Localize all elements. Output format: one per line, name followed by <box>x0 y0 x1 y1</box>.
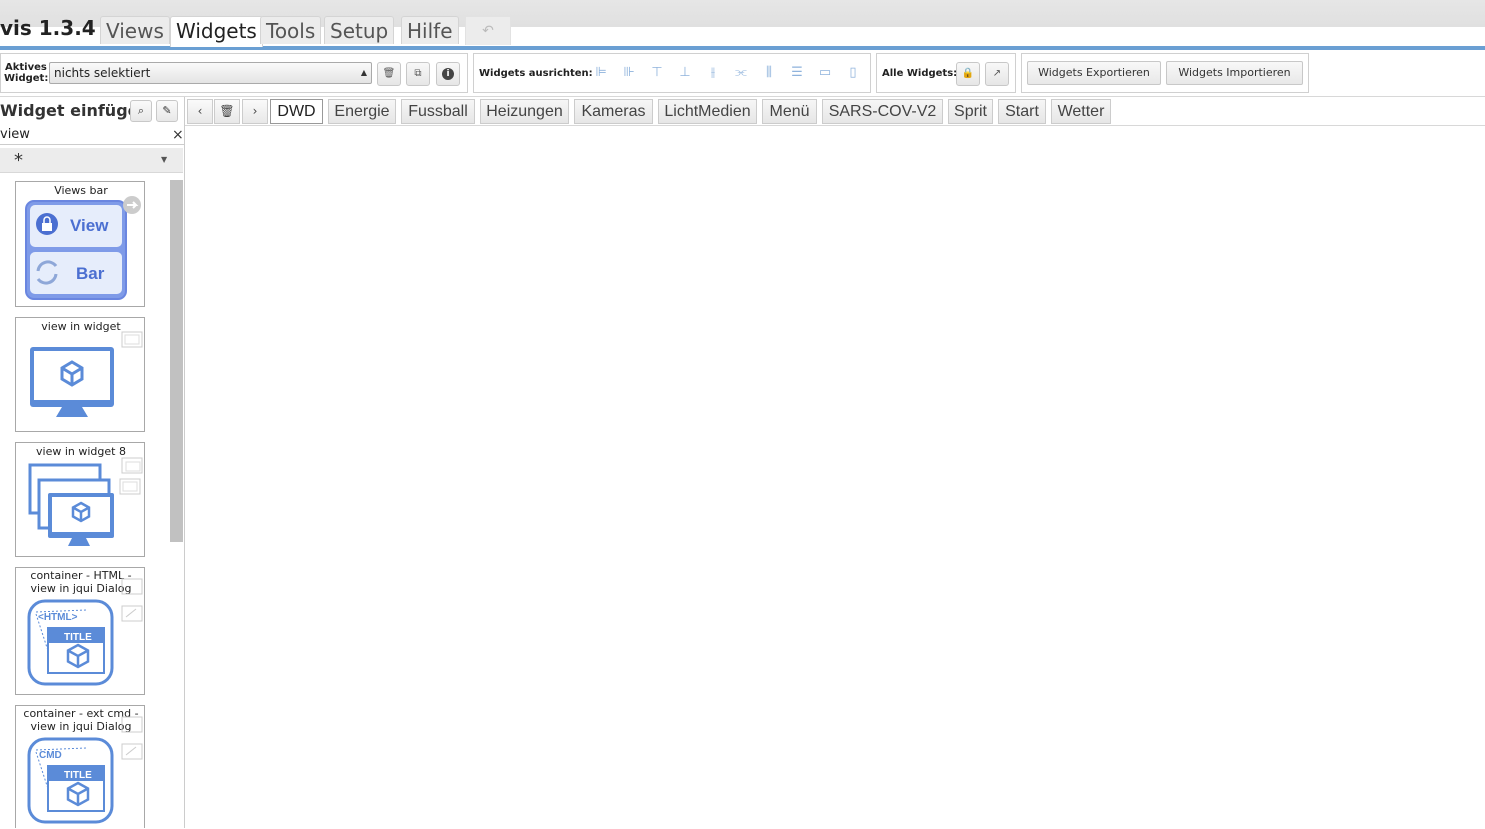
views-bar-view-text: View <box>70 216 109 235</box>
search-widget-button[interactable]: ⌕ <box>130 100 152 122</box>
align-center-vertical-icon[interactable]: ⫘ <box>733 65 749 81</box>
search-icon: ⌕ <box>137 104 145 117</box>
html-tag-text: <HTML> <box>38 612 78 623</box>
chevron-right-icon: › <box>252 104 258 118</box>
cmd-dialog-icon: CMD TITLE <box>27 716 143 824</box>
monitor-icon <box>30 331 143 417</box>
tab-setup[interactable]: Setup <box>324 16 395 44</box>
view-canvas[interactable] <box>186 127 1485 828</box>
tab-tools[interactable]: Tools <box>260 16 322 44</box>
align-widgets-label: Widgets ausrichten: <box>479 68 593 79</box>
widget-card-view-in-widget-8[interactable]: view in widget 8 <box>15 442 145 557</box>
view-tab-menu[interactable]: Menü <box>762 99 817 124</box>
distribute-horizontal-icon[interactable]: ⫼ <box>761 65 777 81</box>
widget-list-scrollbar[interactable] <box>170 180 183 542</box>
widget-card-views-bar[interactable]: Views bar View Bar <box>15 181 145 307</box>
copy-icon: ⧉ <box>414 68 422 79</box>
delete-widget-button[interactable]: 🗑 <box>377 62 401 86</box>
distribute-vertical-icon[interactable]: ☰ <box>789 65 805 81</box>
lock-all-button[interactable]: 🔒 <box>956 62 980 86</box>
external-link-icon: ↗ <box>992 68 1002 79</box>
dialog-title-text: TITLE <box>64 770 92 781</box>
widget-card-view-in-widget[interactable]: view in widget <box>15 317 145 432</box>
lock-icon: 🔒 <box>961 68 975 79</box>
dialog-title-text: TITLE <box>64 632 92 643</box>
views-next-button[interactable]: › <box>242 99 268 124</box>
views-delete-button[interactable]: 🗑 <box>214 99 240 124</box>
views-prev-button[interactable]: ‹ <box>187 99 213 124</box>
same-width-icon[interactable]: ▭ <box>817 65 833 81</box>
align-top-icon[interactable]: ⊤ <box>649 65 665 81</box>
panel-divider <box>184 97 185 828</box>
view-tab-kameras[interactable]: Kameras <box>574 99 653 124</box>
widget-info-button[interactable]: i <box>436 62 460 86</box>
select-arrows-icon: ▲ <box>360 68 367 77</box>
active-widget-value: nichts selektiert <box>54 66 151 80</box>
view-tab-fussball[interactable]: Fussball <box>401 99 475 124</box>
view-tab-wetter[interactable]: Wetter <box>1051 99 1111 124</box>
toolbar-divider <box>0 96 1485 97</box>
trash-icon: 🗑 <box>382 68 396 79</box>
widget-card-container-ext-cmd[interactable]: container - ext cmd - view in jqui Dialo… <box>15 705 145 828</box>
widget-set-value: * <box>14 150 23 171</box>
trash-icon: 🗑 <box>219 104 235 118</box>
import-widgets-button[interactable]: Widgets Importieren <box>1166 61 1303 85</box>
chevron-down-icon: ▼ <box>161 155 168 164</box>
tab-widgets[interactable]: Widgets <box>170 16 263 47</box>
view-tab-lichtmedien[interactable]: LichtMedien <box>658 99 757 124</box>
tab-hilfe[interactable]: Hilfe <box>401 16 459 44</box>
view-tab-start[interactable]: Start <box>998 99 1046 124</box>
tag-widget-button[interactable]: ✎ <box>156 100 178 122</box>
widget-card-container-html[interactable]: container - HTML - view in jqui Dialog <… <box>15 567 145 695</box>
align-right-icon[interactable]: ⊪ <box>621 65 637 81</box>
html-dialog-icon: <HTML> TITLE <box>27 578 143 686</box>
export-widgets-button[interactable]: Widgets Exportieren <box>1027 61 1161 85</box>
widget-set-select[interactable]: * ▼ <box>0 148 183 173</box>
unlock-all-button[interactable]: ↗ <box>985 62 1009 86</box>
active-widget-label-2: Widget: <box>4 73 49 84</box>
widget-filter-input[interactable]: view <box>0 127 184 145</box>
all-widgets-label: Alle Widgets: <box>882 68 958 79</box>
tag-icon: ✎ <box>162 104 172 117</box>
cmd-tag-text: CMD <box>39 750 62 761</box>
view-tab-energie[interactable]: Energie <box>328 99 396 124</box>
active-widget-label-1: Aktives <box>5 62 47 73</box>
views-bar-icon: View Bar <box>25 196 141 300</box>
view-tab-sars-cov-v2[interactable]: SARS-COV-V2 <box>822 99 943 124</box>
views-bar-bar-text: Bar <box>76 264 105 283</box>
view-tab-dwd[interactable]: DWD <box>270 99 323 124</box>
copy-widget-button[interactable]: ⧉ <box>406 62 430 86</box>
clear-filter-icon[interactable]: × <box>172 127 184 143</box>
chevron-left-icon: ‹ <box>197 104 203 118</box>
active-widget-select[interactable]: nichts selektiert ▲ <box>49 62 372 84</box>
view-tab-sprit[interactable]: Sprit <box>948 99 993 124</box>
view-tab-heizungen[interactable]: Heizungen <box>480 99 569 124</box>
widget-panel-title: Widget einfügen <box>0 101 150 120</box>
same-height-icon[interactable]: ▯ <box>845 65 861 81</box>
align-bottom-icon[interactable]: ⊥ <box>677 65 693 81</box>
info-icon: i <box>442 68 454 80</box>
tab-views[interactable]: Views <box>100 16 170 44</box>
align-left-icon[interactable]: ⊫ <box>593 65 609 81</box>
multi-monitor-icon <box>28 457 143 546</box>
app-title: vis 1.3.4 <box>0 16 96 40</box>
undo-icon[interactable]: ↶ <box>465 16 511 45</box>
view-canvas-border <box>185 125 1485 126</box>
align-center-horizontal-icon[interactable]: ⫲ <box>705 65 721 81</box>
